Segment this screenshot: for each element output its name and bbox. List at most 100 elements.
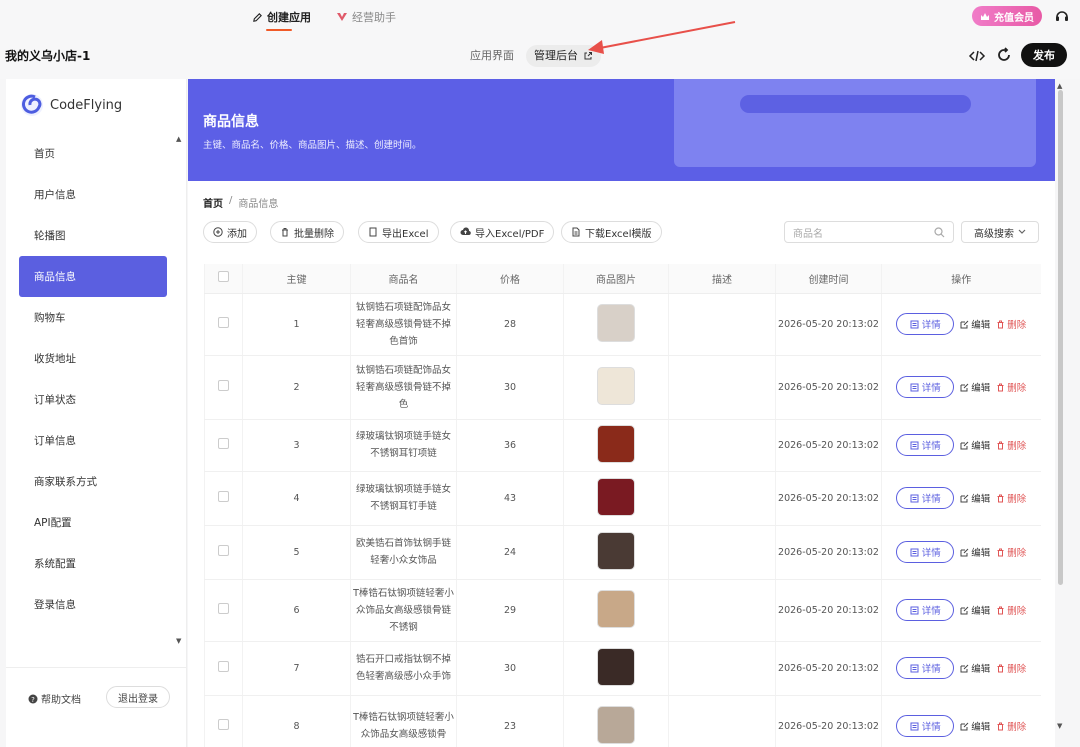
export-excel-button[interactable]: 导出Excel: [358, 221, 439, 243]
product-image[interactable]: [597, 705, 635, 744]
edit-button[interactable]: 编辑: [960, 719, 990, 733]
detail-button[interactable]: 详情: [896, 434, 955, 456]
sidebar-item-carousel[interactable]: 轮播图: [19, 215, 167, 256]
add-button[interactable]: 添加: [203, 221, 257, 243]
product-image[interactable]: [597, 589, 635, 628]
sidebar-item-address[interactable]: 收货地址: [19, 338, 167, 379]
import-button[interactable]: 导入Excel/PDF: [450, 221, 555, 243]
product-image[interactable]: [597, 647, 635, 686]
row-checkbox[interactable]: [218, 603, 229, 614]
sidebar-item-system-config[interactable]: 系统配置: [19, 543, 167, 584]
batch-delete-button[interactable]: 批量删除: [270, 221, 344, 243]
detail-button[interactable]: 详情: [896, 313, 955, 335]
row-checkbox[interactable]: [218, 491, 229, 502]
edit-button[interactable]: 编辑: [960, 317, 990, 331]
sidebar-item-login-info[interactable]: 登录信息: [19, 584, 167, 625]
table-row[interactable]: 6 T棒锆石钛钢项链轻奢小众饰品女高级感锁骨链不锈钢 29 2026-05-20 20…: [204, 579, 1041, 642]
column-header[interactable]: 价格: [456, 264, 564, 294]
product-image[interactable]: [597, 303, 635, 342]
edit-button[interactable]: 编辑: [960, 661, 990, 675]
product-image[interactable]: [597, 424, 635, 463]
trash-icon: [997, 548, 1004, 556]
detail-button[interactable]: 详情: [896, 376, 955, 398]
product-name: 钛钢锆石项链配饰品女轻奢高级感锁骨链不掉色首饰: [355, 301, 451, 347]
recharge-label: 充值会员: [994, 12, 1034, 24]
sidebar-scroll-up-icon[interactable]: ▲: [176, 135, 181, 143]
column-header[interactable]: 描述: [668, 264, 776, 294]
table-row[interactable]: 1 钛钢锆石项链配饰品女轻奢高级感锁骨链不掉色首饰 28 2026-05-20 20:…: [204, 293, 1041, 356]
breadcrumb-home[interactable]: 首页: [203, 195, 223, 210]
product-image[interactable]: [597, 531, 635, 570]
row-checkbox[interactable]: [218, 438, 229, 449]
advanced-search-button[interactable]: 高级搜索: [961, 221, 1039, 243]
column-header[interactable]: 商品图片: [563, 264, 669, 294]
delete-button[interactable]: 删除: [996, 438, 1026, 452]
table-row[interactable]: 8 T棒锆石钛钢项链轻奢小众饰品女高级感锁骨 23 2026-05-20 20:13:…: [204, 695, 1041, 747]
cell-description: [668, 471, 776, 526]
row-checkbox[interactable]: [218, 661, 229, 672]
edit-button[interactable]: 编辑: [960, 491, 990, 505]
column-header[interactable]: 主键: [242, 264, 351, 294]
product-image[interactable]: [597, 366, 635, 405]
cell-image: [563, 579, 669, 642]
cell-image: [563, 355, 669, 420]
row-checkbox[interactable]: [218, 719, 229, 730]
help-docs-link[interactable]: ? 帮助文档: [28, 691, 81, 706]
view-app-button[interactable]: 应用界面: [462, 45, 522, 67]
recharge-vip-button[interactable]: 充值会员: [972, 6, 1042, 26]
detail-button[interactable]: 详情: [896, 715, 955, 737]
delete-button[interactable]: 删除: [996, 317, 1026, 331]
tab-business-assistant[interactable]: 经营助手: [336, 8, 396, 26]
delete-button[interactable]: 删除: [996, 603, 1026, 617]
code-icon[interactable]: [968, 47, 986, 65]
main-scroll-down-icon[interactable]: ▼: [1057, 722, 1062, 730]
publish-button[interactable]: 发布: [1021, 43, 1067, 67]
cell-image: [563, 641, 669, 696]
edit-button[interactable]: 编辑: [960, 545, 990, 559]
delete-button[interactable]: 删除: [996, 719, 1026, 733]
edit-button[interactable]: 编辑: [960, 380, 990, 394]
row-checkbox[interactable]: [218, 545, 229, 556]
refresh-icon[interactable]: [996, 47, 1012, 63]
product-image[interactable]: [597, 477, 635, 516]
row-checkbox[interactable]: [218, 380, 229, 391]
sidebar-scroll-down-icon[interactable]: ▼: [176, 637, 181, 645]
cell-id: 3: [242, 419, 351, 472]
sidebar-item-order-info[interactable]: 订单信息: [19, 420, 167, 461]
view-admin-button[interactable]: 管理后台: [526, 45, 601, 67]
download-template-button[interactable]: 下载Excel模版: [561, 221, 662, 243]
detail-button[interactable]: 详情: [896, 657, 955, 679]
sidebar-item-api-config[interactable]: API配置: [19, 502, 167, 543]
table-row[interactable]: 2 钛钢锆石项链配饰品女轻奢高级感锁骨链不掉色 30 2026-05-20 20:13…: [204, 355, 1041, 420]
edit-button[interactable]: 编辑: [960, 603, 990, 617]
column-header[interactable]: 商品名: [350, 264, 457, 294]
sidebar-item-cart[interactable]: 购物车: [19, 297, 167, 338]
table-row[interactable]: 7 锆石开口戒指钛钢不掉色轻奢高级感小众手饰 30 2026-05-20 20:13:…: [204, 641, 1041, 696]
sidebar-item-user-info[interactable]: 用户信息: [19, 174, 167, 215]
edit-button[interactable]: 编辑: [960, 438, 990, 452]
sidebar-item-home[interactable]: 首页: [19, 133, 167, 174]
column-header[interactable]: 创建时间: [775, 264, 882, 294]
delete-button[interactable]: 删除: [996, 380, 1026, 394]
main-scrollbar-thumb[interactable]: [1058, 90, 1063, 585]
sidebar-item-merchant-contact[interactable]: 商家联系方式: [19, 461, 167, 502]
delete-button[interactable]: 删除: [996, 661, 1026, 675]
select-all-checkbox[interactable]: [218, 271, 229, 283]
column-header[interactable]: 操作: [881, 264, 1041, 294]
table-row[interactable]: 5 欧美锆石首饰钛钢手链轻奢小众女饰品 24 2026-05-20 20:13:02 详…: [204, 525, 1041, 580]
delete-button[interactable]: 删除: [996, 545, 1026, 559]
detail-button[interactable]: 详情: [896, 487, 955, 509]
search-input[interactable]: 商品名: [784, 221, 954, 243]
row-checkbox[interactable]: [218, 317, 229, 328]
delete-button[interactable]: 删除: [996, 491, 1026, 505]
detail-button[interactable]: 详情: [896, 599, 955, 621]
main-scroll-up-icon[interactable]: ▲: [1057, 82, 1062, 90]
sidebar-item-order-status[interactable]: 订单状态: [19, 379, 167, 420]
logout-button[interactable]: 退出登录: [106, 686, 170, 708]
table-row[interactable]: 3 绿玻璃钛钢项链手链女不锈钢耳钉项链 36 2026-05-20 20:13:02 详…: [204, 419, 1041, 472]
detail-button[interactable]: 详情: [896, 541, 955, 563]
table-row[interactable]: 4 绿玻璃钛钢项链手链女不锈钢耳钉手链 43 2026-05-20 20:13:02 详…: [204, 471, 1041, 526]
headset-icon[interactable]: [1054, 8, 1070, 24]
sidebar-item-product-info[interactable]: 商品信息: [19, 256, 167, 297]
tab-create-app[interactable]: 创建应用: [252, 8, 311, 26]
